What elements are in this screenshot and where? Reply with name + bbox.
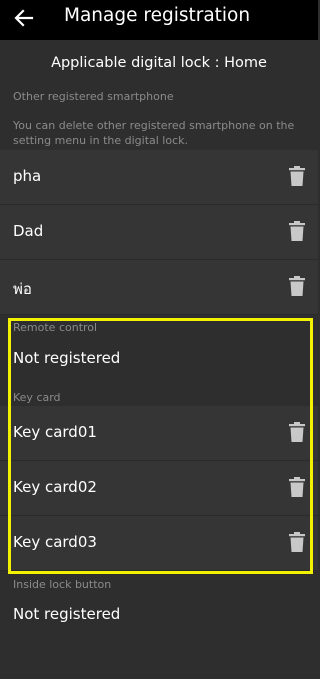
page-title: Manage registration bbox=[64, 5, 251, 26]
trash-icon[interactable] bbox=[289, 532, 305, 552]
trash-icon[interactable] bbox=[289, 221, 305, 241]
remote-control-status: Not registered bbox=[13, 349, 121, 367]
inside-lock-button-status-row: Not registered bbox=[0, 592, 318, 638]
list-item-smartphone[interactable]: พ่อ bbox=[0, 260, 318, 315]
trash-icon[interactable] bbox=[289, 276, 305, 296]
smartphone-name: pha bbox=[13, 167, 42, 185]
list-item-key-card[interactable]: Key card02 bbox=[0, 461, 318, 516]
trash-icon[interactable] bbox=[289, 422, 305, 442]
list-item-smartphone[interactable]: Dad bbox=[0, 205, 318, 260]
list-item-key-card[interactable]: Key card03 bbox=[0, 516, 318, 571]
top-app-bar: Manage registration bbox=[0, 0, 318, 40]
section-label-inside-lock-button: Inside lock button bbox=[13, 578, 112, 591]
back-button[interactable] bbox=[10, 4, 38, 32]
smartphone-name: พ่อ bbox=[13, 280, 32, 298]
section-label-remote-control: Remote control bbox=[13, 321, 98, 334]
smartphone-name: Dad bbox=[13, 222, 44, 240]
section-label-key-card: Key card bbox=[13, 391, 61, 404]
section-label-smartphone: Other registered smartphone bbox=[13, 90, 174, 103]
manage-registration-screen: Manage registration Applicable digital l… bbox=[0, 0, 318, 679]
smartphone-note: You can delete other registered smartpho… bbox=[13, 119, 295, 147]
lock-subheader: Applicable digital lock : Home bbox=[0, 40, 318, 84]
applicable-lock-label: Applicable digital lock : Home bbox=[51, 55, 267, 71]
key-card-name: Key card03 bbox=[13, 533, 97, 551]
trash-icon[interactable] bbox=[289, 477, 305, 497]
key-card-name: Key card01 bbox=[13, 423, 97, 441]
arrow-left-icon bbox=[14, 9, 34, 27]
trash-icon[interactable] bbox=[289, 166, 305, 186]
list-item-smartphone[interactable]: pha bbox=[0, 150, 318, 205]
remote-control-status-row: Not registered bbox=[0, 336, 318, 382]
list-item-key-card[interactable]: Key card01 bbox=[0, 406, 318, 461]
key-card-name: Key card02 bbox=[13, 478, 97, 496]
inside-lock-button-status: Not registered bbox=[13, 605, 121, 623]
